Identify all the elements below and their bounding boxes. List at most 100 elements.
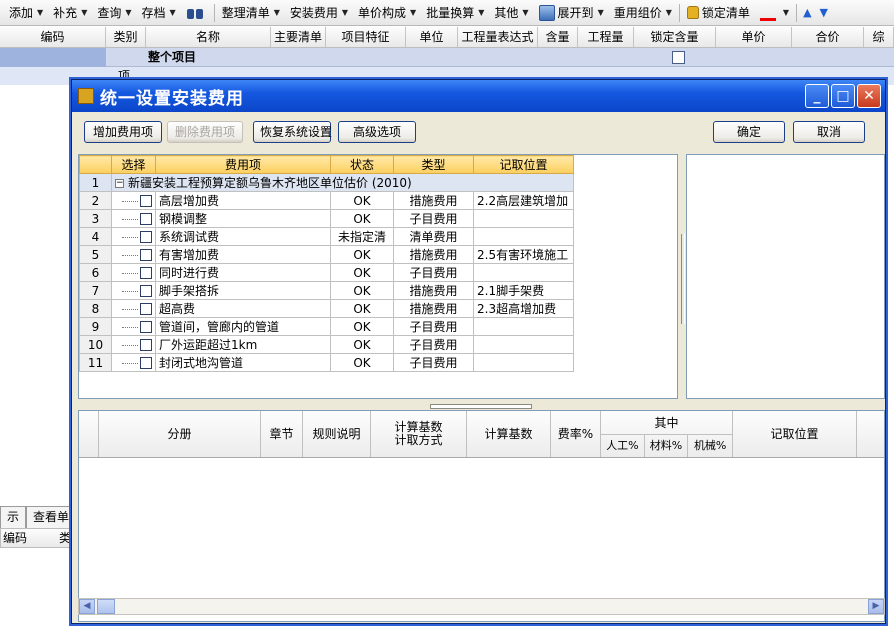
col-header[interactable]: 计算基数 计取方式 (371, 411, 467, 457)
col-header[interactable]: 类别 (106, 27, 146, 47)
fee-item-row[interactable]: 10 厂外运距超过1km OK 子目费用 (79, 335, 574, 354)
cancel-button[interactable]: 取消 (793, 121, 865, 143)
fee-item-row[interactable]: 4 系统调试费 未指定清 清单费用 (79, 227, 574, 246)
restore-system-settings-button[interactable]: 恢复系统设置 (253, 121, 332, 143)
maximize-button[interactable]: □ (831, 84, 855, 108)
vertical-splitter[interactable] (679, 154, 685, 399)
fee-item-row[interactable]: 5 有害增加费 OK 措施费用 2.5有害环境施工 (79, 245, 574, 264)
col-header[interactable]: 材料% (645, 435, 689, 457)
col-header[interactable]: 编码 (1, 529, 57, 547)
col-header[interactable]: 分册 (99, 411, 261, 457)
col-header[interactable]: 单价 (716, 27, 792, 47)
move-up-icon[interactable]: ▲ (799, 6, 815, 19)
add-fee-item-button[interactable]: 增加费用项 (84, 121, 162, 143)
row-number: 8 (79, 299, 112, 318)
col-header[interactable]: 状态 (330, 155, 394, 174)
position-cell (473, 263, 574, 282)
scroll-right-icon[interactable]: ▶ (868, 599, 884, 614)
toolbar-paint[interactable]: ▼ (755, 2, 794, 24)
fee-item-row[interactable]: 8 超高费 OK 措施费用 2.3超高增加费 (79, 299, 574, 318)
col-header[interactable]: 选择 (111, 155, 156, 174)
col-header[interactable]: 记取位置 (473, 155, 574, 174)
fee-item-row[interactable]: 11 封闭式地沟管道 OK 子目费用 (79, 353, 574, 372)
ok-button[interactable]: 确定 (713, 121, 785, 143)
toolbar-unit-price[interactable]: 单价构成 ▼ (353, 2, 421, 24)
toolbar-expand-to[interactable]: 展开到 ▼ (534, 2, 609, 24)
select-checkbox[interactable] (140, 231, 152, 243)
col-header[interactable]: 类 (57, 529, 71, 547)
find-button[interactable] (181, 2, 212, 24)
col-header[interactable]: 人工% (601, 435, 645, 457)
col-header[interactable]: 工程量表达式 (458, 27, 538, 47)
fee-item-row[interactable]: 9 管道间，管廊内的管道 OK 子目费用 (79, 317, 574, 336)
col-header[interactable]: 含量 (538, 27, 578, 47)
delete-fee-item-button[interactable]: 删除费用项 (167, 121, 243, 143)
toolbar-reuse[interactable]: 重用组价 ▼ (609, 2, 677, 24)
table-row[interactable]: 整个项目 (0, 48, 894, 67)
tree-line (122, 200, 138, 202)
toolbar-lock-list[interactable]: 锁定清单 (682, 2, 755, 24)
fee-item-row[interactable]: 3 钢模调整 OK 子目费用 (79, 209, 574, 228)
col-header[interactable]: 合价 (792, 27, 864, 47)
select-checkbox[interactable] (140, 213, 152, 225)
select-checkbox[interactable] (140, 303, 152, 315)
fee-item-row[interactable]: 7 脚手架搭拆 OK 措施费用 2.1脚手架费 (79, 281, 574, 300)
collapse-icon[interactable]: − (115, 179, 124, 188)
col-header[interactable]: 工程量 (578, 27, 634, 47)
tab-view-list[interactable]: 查看单 (26, 506, 77, 528)
select-checkbox[interactable] (140, 249, 152, 261)
tab-show[interactable]: 示 (0, 506, 27, 528)
col-header[interactable]: 单位 (406, 27, 458, 47)
col-header[interactable]: 章节 (261, 411, 303, 457)
lock-checkbox[interactable] (672, 51, 685, 64)
scroll-left-icon[interactable]: ◀ (79, 599, 95, 614)
advanced-options-button[interactable]: 高级选项 (338, 121, 416, 143)
col-header[interactable]: 主要清单 (271, 27, 326, 47)
select-checkbox[interactable] (140, 357, 152, 369)
toolbar-other[interactable]: 其他 ▼ (489, 2, 533, 24)
toolbar-install-fee[interactable]: 安装费用 ▼ (285, 2, 353, 24)
selected-code-cell[interactable] (0, 48, 106, 67)
toolbar-archive[interactable]: 存档 ▼ (137, 2, 181, 24)
select-checkbox[interactable] (140, 339, 152, 351)
fee-group-row[interactable]: 1 − 新疆安装工程预算定额乌鲁木齐地区单位估价 (2010) (79, 173, 574, 192)
col-header[interactable]: 费用项 (155, 155, 331, 174)
col-header[interactable]: 费率% (551, 411, 601, 457)
scroll-thumb[interactable] (97, 599, 115, 614)
col-header[interactable]: 锁定含量 (634, 27, 716, 47)
status-cell: OK (330, 335, 394, 354)
col-header[interactable]: 机械% (688, 435, 732, 457)
minimize-button[interactable]: _ (805, 84, 829, 108)
horizontal-scrollbar[interactable]: ◀ ▶ (78, 598, 885, 615)
row-number: 11 (79, 353, 112, 372)
col-header[interactable]: 其中 (601, 411, 732, 435)
toolbar-add[interactable]: 添加 ▼ (4, 2, 48, 24)
select-checkbox[interactable] (140, 321, 152, 333)
col-header[interactable]: 规则说明 (303, 411, 371, 457)
horizontal-splitter[interactable] (78, 402, 885, 409)
col-header[interactable]: 计算基数 (467, 411, 551, 457)
select-checkbox[interactable] (140, 267, 152, 279)
toolbar-query[interactable]: 查询 ▼ (92, 2, 136, 24)
close-button[interactable]: ✕ (857, 84, 881, 108)
select-checkbox[interactable] (140, 285, 152, 297)
type-cell: 措施费用 (393, 245, 474, 264)
fee-item-row[interactable]: 2 高层增加费 OK 措施费用 2.2高层建筑增加 (79, 191, 574, 210)
col-header[interactable]: 综 (864, 27, 894, 47)
dialog-titlebar[interactable]: 统一设置安装费用 _ □ ✕ (72, 80, 885, 112)
tree-line (122, 290, 138, 292)
select-checkbox[interactable] (140, 195, 152, 207)
col-header[interactable]: 类型 (393, 155, 474, 174)
fee-item-row[interactable]: 6 同时进行费 OK 子目费用 (79, 263, 574, 282)
toolbar-organize[interactable]: 整理清单 ▼ (217, 2, 285, 24)
row-num-header (79, 411, 99, 457)
col-header[interactable]: 记取位置 (733, 411, 857, 457)
toolbar-batch-convert[interactable]: 批量换算 ▼ (421, 2, 489, 24)
position-cell: 2.1脚手架费 (473, 281, 574, 300)
status-cell: OK (330, 245, 394, 264)
move-down-icon[interactable]: ▼ (816, 6, 832, 19)
col-header[interactable]: 名称 (146, 27, 271, 47)
col-header[interactable]: 编码 (0, 27, 106, 47)
toolbar-supplement[interactable]: 补充 ▼ (48, 2, 92, 24)
col-header[interactable]: 项目特征 (326, 27, 406, 47)
